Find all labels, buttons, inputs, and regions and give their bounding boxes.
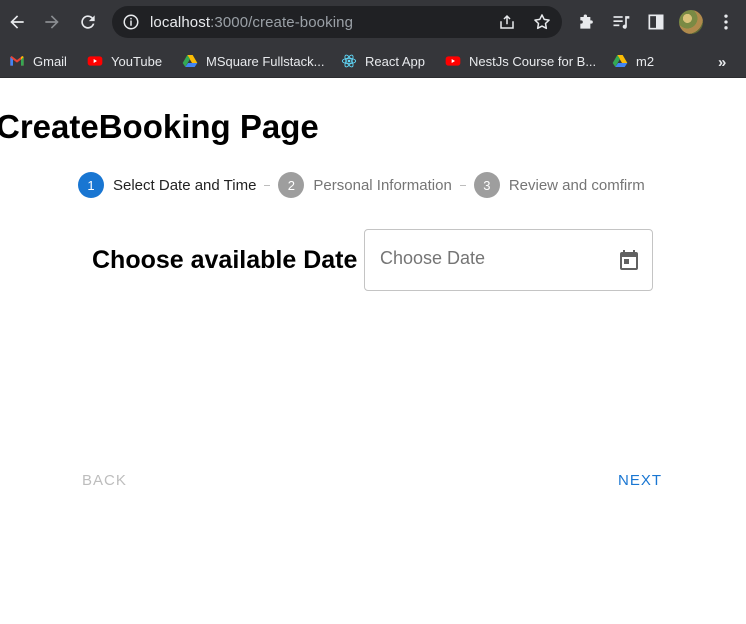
bookmark-gmail[interactable]: Gmail: [9, 50, 67, 72]
next-button[interactable]: NEXT: [618, 472, 662, 489]
calendar-icon[interactable]: [617, 248, 641, 272]
step-number: 2: [278, 172, 305, 198]
bookmark-label: React App: [365, 53, 425, 69]
step-label: Review and comfirm: [508, 176, 645, 194]
step-label: Personal Information: [313, 176, 452, 194]
step-number: 1: [78, 172, 104, 198]
more-menu-icon[interactable]: [716, 12, 736, 32]
profile-avatar[interactable]: [679, 10, 703, 34]
step-select-date-time: 1 Select Date and Time: [78, 172, 256, 198]
bookmarks-overflow-button[interactable]: »: [718, 54, 726, 71]
bookmark-label: MSquare Fullstack...: [206, 53, 325, 69]
bookmark-label: m2: [636, 53, 655, 69]
side-panel-icon[interactable]: [646, 12, 666, 32]
back-button[interactable]: BACK: [82, 472, 127, 489]
youtube-icon: [87, 56, 103, 66]
google-drive-icon: [182, 55, 198, 67]
choose-date-heading: Choose available Date: [92, 246, 358, 274]
site-info-icon[interactable]: [122, 13, 140, 31]
address-bar[interactable]: localhost:3000/create-booking: [112, 6, 562, 38]
bookmark-label: Gmail: [33, 53, 67, 69]
bookmark-youtube[interactable]: YouTube: [87, 50, 162, 72]
back-arrow-icon[interactable]: [4, 9, 30, 35]
extensions-icon[interactable]: [577, 12, 597, 32]
reload-icon[interactable]: [75, 9, 101, 35]
youtube-icon: [445, 56, 461, 66]
step-personal-information: 2 Personal Information: [278, 172, 452, 198]
bookmarks-bar: Gmail YouTube MSquare Fullstack... React…: [0, 44, 746, 78]
bookmark-star-icon[interactable]: [532, 12, 552, 32]
bookmark-label: YouTube: [111, 53, 163, 69]
step-connector: [459, 184, 466, 186]
google-drive-icon: [612, 55, 628, 67]
bookmark-m2[interactable]: m2: [612, 50, 654, 72]
bookmark-msquare[interactable]: MSquare Fullstack...: [182, 50, 325, 72]
step-number: 3: [473, 172, 500, 198]
bookmark-react-app[interactable]: React App: [341, 50, 425, 72]
url-host: localhost: [150, 14, 211, 31]
date-picker-field[interactable]: [364, 229, 653, 291]
url-path: :3000/create-booking: [210, 14, 354, 31]
step-review-confirm: 3 Review and comfirm: [473, 172, 645, 198]
share-icon[interactable]: [498, 13, 516, 31]
date-input[interactable]: [380, 248, 600, 269]
react-icon: [341, 54, 357, 68]
bookmark-nestjs-course[interactable]: NestJs Course for B...: [445, 50, 596, 72]
step-connector: [264, 184, 271, 186]
url-text: localhost:3000/create-booking: [150, 14, 353, 31]
bookmark-label: NestJs Course for B...: [469, 53, 597, 69]
gmail-icon: [10, 56, 24, 66]
step-label: Select Date and Time: [113, 176, 257, 194]
forward-arrow-icon[interactable]: [39, 9, 65, 35]
booking-stepper: 1 Select Date and Time 2 Personal Inform…: [78, 172, 645, 198]
browser-toolbar: localhost:3000/create-booking: [0, 0, 746, 44]
page-title: CreateBooking Page: [0, 108, 319, 145]
media-queue-icon[interactable]: [611, 12, 631, 32]
